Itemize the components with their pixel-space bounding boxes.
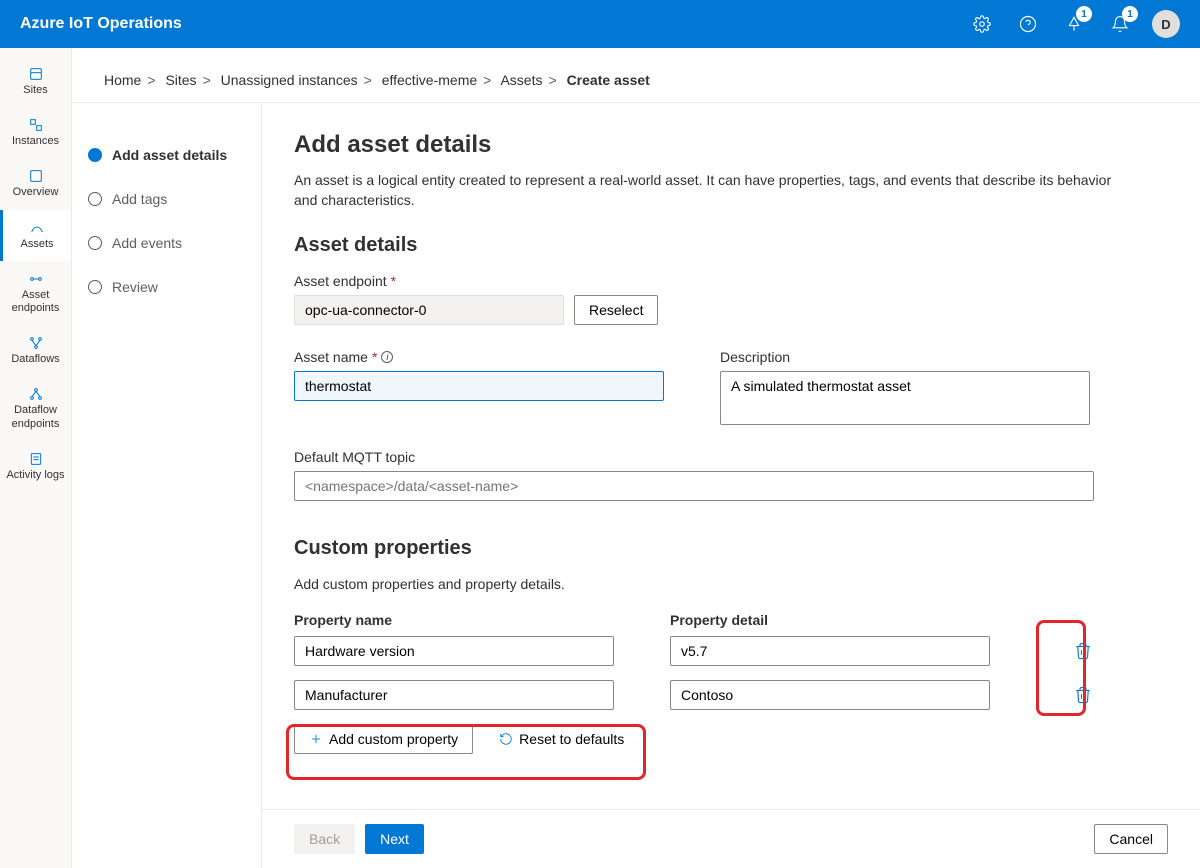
diagnostics-icon[interactable]: 1 [1060, 10, 1088, 38]
prop-name-input[interactable] [294, 680, 614, 710]
breadcrumb-instance[interactable]: effective-meme [382, 72, 477, 88]
topbar: Azure IoT Operations 1 1 D [0, 0, 1200, 48]
step-label: Review [112, 279, 158, 295]
sidenav-dataflow-endpoints[interactable]: Dataflow endpoints [0, 376, 71, 440]
sidenav-label: Sites [23, 84, 47, 97]
sidenav-label: Overview [13, 186, 59, 199]
step-indicator-icon [88, 280, 102, 294]
prop-detail-header: Property detail [670, 612, 768, 628]
sidenav-label: Activity logs [6, 469, 64, 482]
breadcrumb: Home> Sites> Unassigned instances> effec… [72, 48, 1200, 103]
topbar-actions: 1 1 D [968, 10, 1180, 38]
step-add-events[interactable]: Add events [88, 221, 245, 265]
notifications-icon[interactable]: 1 [1106, 10, 1134, 38]
plus-icon [309, 732, 323, 746]
step-review[interactable]: Review [88, 265, 245, 309]
sidenav-dataflows[interactable]: Dataflows [0, 325, 71, 376]
custom-props-heading: Custom properties [294, 537, 1168, 560]
diagnostics-badge: 1 [1076, 6, 1092, 22]
cancel-button[interactable]: Cancel [1094, 824, 1168, 854]
dataflows-icon [28, 335, 44, 351]
notifications-badge: 1 [1122, 6, 1138, 22]
shell: Sites Instances Overview Assets Asset en… [0, 48, 1200, 868]
reselect-button[interactable]: Reselect [574, 295, 658, 325]
breadcrumb-unassigned[interactable]: Unassigned instances [221, 72, 358, 88]
breadcrumb-sites[interactable]: Sites [165, 72, 196, 88]
step-indicator-icon [88, 148, 102, 162]
app-title: Azure IoT Operations [20, 15, 182, 33]
main: Home> Sites> Unassigned instances> effec… [72, 48, 1200, 868]
page-description: An asset is a logical entity created to … [294, 171, 1134, 210]
sidenav-asset-endpoints[interactable]: Asset endpoints [0, 261, 71, 325]
page-title: Add asset details [294, 131, 1168, 159]
description-label: Description [720, 349, 1090, 365]
active-indicator [1106, 49, 1134, 51]
footer-bar: Back Next Cancel [262, 809, 1200, 868]
mqtt-input[interactable] [294, 471, 1094, 501]
logs-icon [28, 451, 44, 467]
description-input[interactable]: A simulated thermostat asset [720, 371, 1090, 425]
delete-icon[interactable] [1074, 686, 1092, 704]
prop-detail-input[interactable] [670, 680, 990, 710]
overview-icon [28, 168, 44, 184]
user-avatar[interactable]: D [1152, 10, 1180, 38]
endpoint-input [294, 295, 564, 325]
prop-headers: Property name Property detail [294, 612, 1168, 628]
sidenav-activity-logs[interactable]: Activity logs [0, 441, 71, 492]
endpoint-label: Asset endpoint* [294, 273, 1168, 289]
help-icon[interactable] [1014, 10, 1042, 38]
sidenav-overview[interactable]: Overview [0, 158, 71, 209]
step-label: Add tags [112, 191, 167, 207]
asset-name-input[interactable] [294, 371, 664, 401]
asset-name-label: Asset name* i [294, 349, 664, 365]
sidenav-assets[interactable]: Assets [0, 210, 71, 261]
sidenav-label: Dataflows [11, 353, 59, 366]
next-button[interactable]: Next [365, 824, 424, 854]
sidenav-label: Asset endpoints [4, 289, 67, 315]
endpoints-icon [28, 271, 44, 287]
prop-name-input[interactable] [294, 636, 614, 666]
sidenav-label: Dataflow endpoints [4, 404, 67, 430]
breadcrumb-assets[interactable]: Assets [500, 72, 542, 88]
prop-row [294, 636, 1168, 666]
step-indicator-icon [88, 236, 102, 250]
info-icon[interactable]: i [381, 351, 393, 363]
reset-defaults-button[interactable]: Reset to defaults [485, 724, 638, 754]
prop-row [294, 680, 1168, 710]
mqtt-label: Default MQTT topic [294, 449, 1168, 465]
sidenav-label: Instances [12, 135, 59, 148]
add-custom-property-button[interactable]: Add custom property [294, 724, 473, 754]
delete-icon[interactable] [1074, 642, 1092, 660]
sidenav-sites[interactable]: Sites [0, 56, 71, 107]
prop-actions: Add custom property Reset to defaults [294, 724, 1168, 754]
breadcrumb-home[interactable]: Home [104, 72, 141, 88]
step-add-tags[interactable]: Add tags [88, 177, 245, 221]
prop-name-header: Property name [294, 612, 614, 628]
sidenav-instances[interactable]: Instances [0, 107, 71, 158]
prop-detail-input[interactable] [670, 636, 990, 666]
custom-props-description: Add custom properties and property detai… [294, 576, 1168, 592]
dataflow-endpoints-icon [28, 386, 44, 402]
content-row: Add asset details Add tags Add events Re… [72, 103, 1200, 868]
step-label: Add asset details [112, 147, 227, 163]
sites-icon [28, 66, 44, 82]
step-nav: Add asset details Add tags Add events Re… [72, 103, 262, 868]
sidenav: Sites Instances Overview Assets Asset en… [0, 48, 72, 868]
sidenav-label: Assets [20, 238, 53, 251]
step-indicator-icon [88, 192, 102, 206]
back-button: Back [294, 824, 355, 854]
form-area: Add asset details An asset is a logical … [262, 103, 1200, 809]
step-add-details[interactable]: Add asset details [88, 133, 245, 177]
breadcrumb-current: Create asset [567, 72, 650, 88]
refresh-icon [499, 732, 513, 746]
instances-icon [28, 117, 44, 133]
asset-details-heading: Asset details [294, 234, 1168, 257]
settings-icon[interactable] [968, 10, 996, 38]
step-label: Add events [112, 235, 182, 251]
assets-icon [29, 220, 45, 236]
